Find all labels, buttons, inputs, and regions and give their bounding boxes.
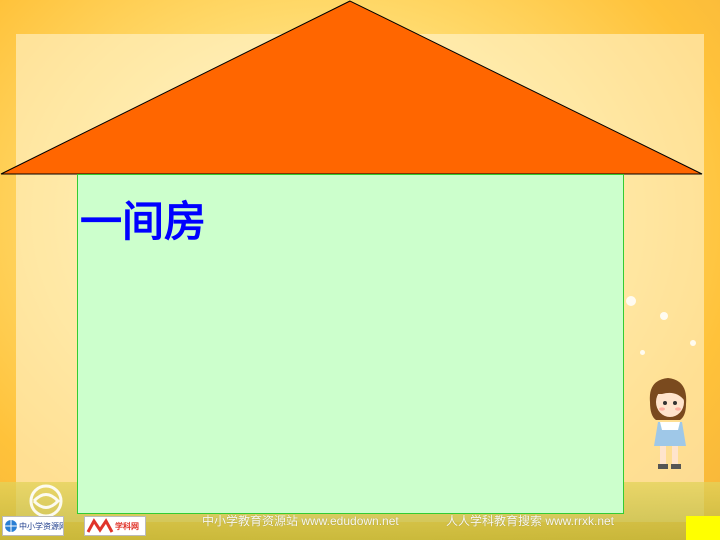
sparkle-decoration — [640, 350, 645, 355]
zxxk-logo-text: 学科网 — [115, 521, 139, 531]
sparkle-decoration — [626, 296, 636, 306]
house-wall: 一间房 — [77, 174, 624, 514]
sparkle-decoration — [660, 312, 668, 320]
globe-icon — [5, 520, 17, 532]
watermark-edudown: 中小学教育资源站 www.edudown.net — [202, 514, 399, 528]
zxxk-logo[interactable]: 学科网 — [84, 516, 146, 536]
edudown-logo-text: 中小学资源网 — [19, 521, 64, 531]
sparkle-decoration — [690, 340, 696, 346]
watermark-rrxk: 人人学科教育搜索 www.rrxk.net — [446, 514, 615, 528]
house-roof — [0, 0, 703, 175]
cartoon-girl-illustration — [649, 378, 687, 469]
zxxk-mark-icon — [86, 518, 114, 533]
slide-title: 一间房 — [80, 197, 207, 246]
corner-marker — [686, 516, 720, 540]
edudown-logo[interactable]: 中小学资源网 — [2, 516, 64, 536]
swirl-logo-icon — [29, 484, 63, 518]
